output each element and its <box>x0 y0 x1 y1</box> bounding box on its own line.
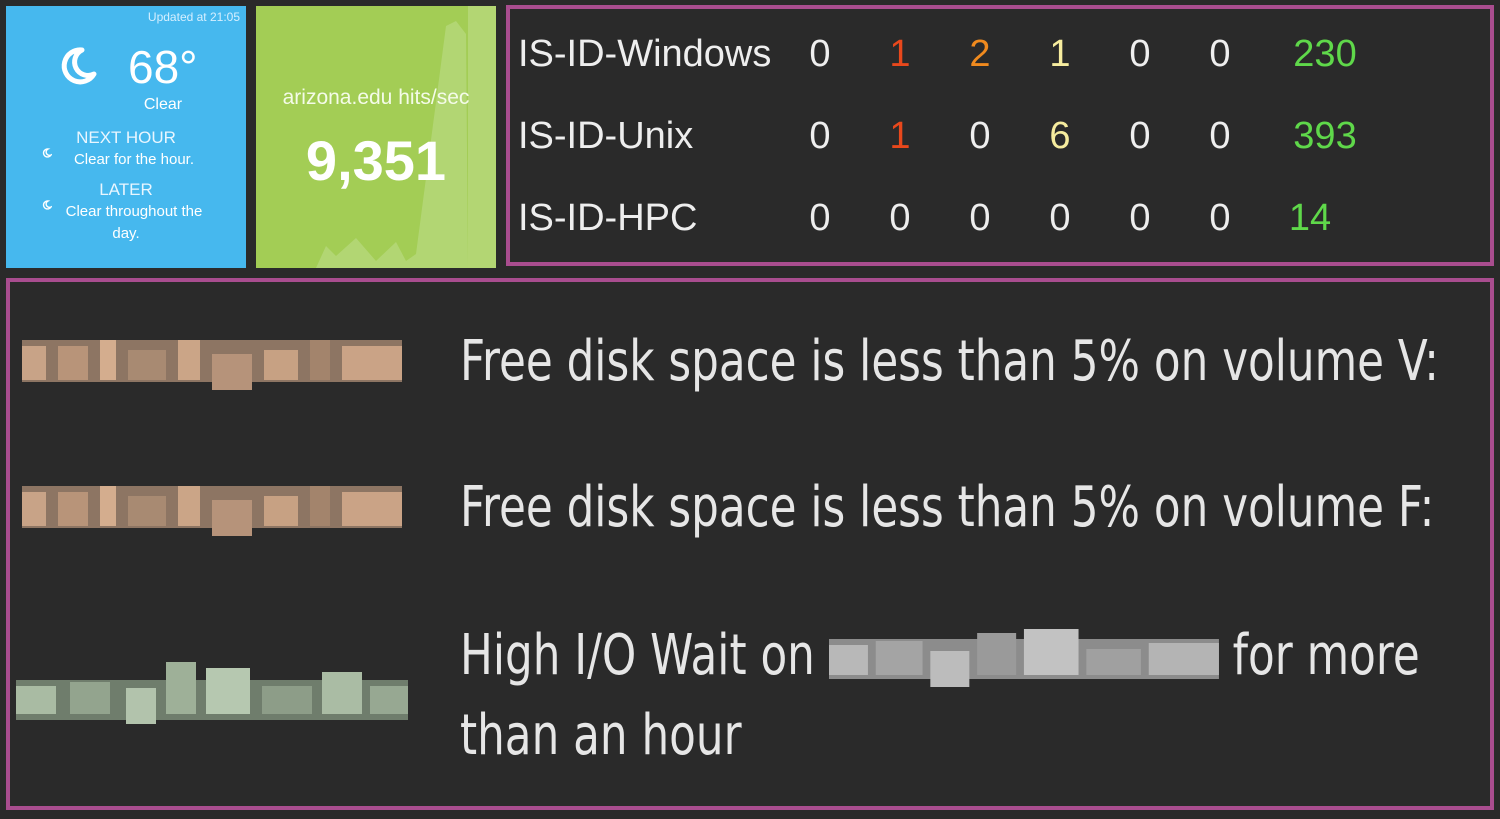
weather-updated-time: Updated at 21:05 <box>147 10 240 24</box>
status-count: 0 <box>1129 115 1151 157</box>
critical-count: 1 <box>889 33 911 75</box>
later-label: LATER <box>99 180 153 199</box>
alert-message: Free disk space is less than 5% on volum… <box>460 329 1439 394</box>
hits-tile: arizona.edu hits/sec 9,351 <box>256 6 496 268</box>
high-count: 0 <box>969 115 991 157</box>
weather-temperature: 68° <box>128 41 198 93</box>
redacted-hostname <box>22 486 402 536</box>
alerts-panel: Free disk space is less than 5% on volum… <box>6 278 1494 810</box>
warning-count: 6 <box>1049 115 1071 157</box>
ok-count: 393 <box>1293 115 1357 157</box>
status-count: 0 <box>809 197 831 239</box>
next-hour-text: Clear for the hour. <box>73 151 195 168</box>
later-text: Clear throughout the <box>65 203 203 220</box>
alert-message-end: for more <box>1232 623 1420 688</box>
hits-title: arizona.edu hits/sec <box>282 86 470 109</box>
critical-count: 1 <box>889 115 911 157</box>
redacted-hostname <box>22 340 402 390</box>
status-count: 0 <box>809 33 831 75</box>
warning-count: 0 <box>1049 197 1071 239</box>
hits-value: 9,351 <box>305 129 447 192</box>
crescent-moon-icon <box>61 47 97 85</box>
high-count: 2 <box>969 33 991 75</box>
status-count: 0 <box>1209 115 1231 157</box>
status-count: 0 <box>1209 33 1231 75</box>
later-text-continued: day. <box>112 225 140 242</box>
server-status-table: IS-ID-Windows 0 1 2 1 0 0 230 IS-ID-Unix… <box>506 5 1494 266</box>
high-count: 0 <box>969 197 991 239</box>
status-count: 0 <box>1209 197 1231 239</box>
status-count: 0 <box>1129 33 1151 75</box>
critical-count: 0 <box>889 197 911 239</box>
alert-message: High I/O Wait on for more <box>460 616 1420 696</box>
redacted-hostname <box>16 662 408 724</box>
alert-message-continued: than an hour <box>460 703 742 768</box>
ok-count: 230 <box>1293 33 1357 75</box>
status-count: 0 <box>809 115 831 157</box>
status-count: 0 <box>1129 197 1151 239</box>
weather-tile: Updated at 21:05 68° Clear NEXT HOUR Cle… <box>6 6 246 268</box>
server-name: IS-ID-Unix <box>518 115 694 157</box>
warning-count: 1 <box>1049 33 1071 75</box>
server-name: IS-ID-Windows <box>518 33 772 75</box>
alert-message: Free disk space is less than 5% on volum… <box>460 475 1435 540</box>
ok-count: 14 <box>1288 197 1332 239</box>
alert-message-start: High I/O Wait on <box>460 623 815 688</box>
server-name: IS-ID-HPC <box>518 197 698 239</box>
next-hour-label: NEXT HOUR <box>76 128 176 147</box>
redacted-hostname <box>828 628 1219 687</box>
